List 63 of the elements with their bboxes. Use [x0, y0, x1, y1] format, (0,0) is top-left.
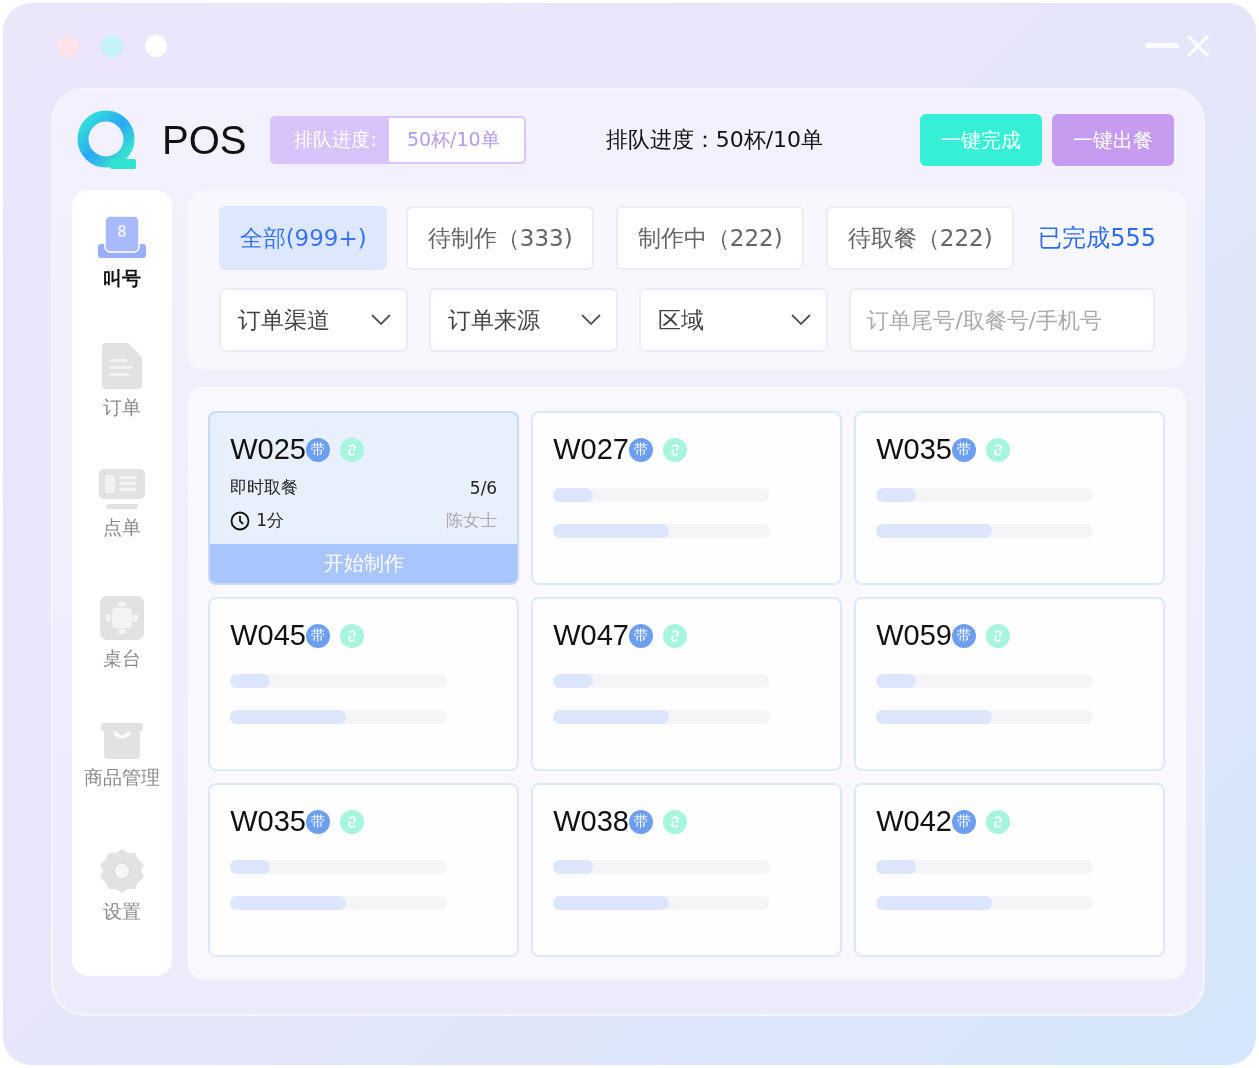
- takeaway-badge: 带: [628, 437, 653, 462]
- document-icon: [102, 342, 143, 389]
- window-dot[interactable]: [101, 34, 123, 57]
- link-icon: [662, 809, 687, 834]
- order-number: W045: [230, 619, 306, 652]
- wait-time: 1分: [256, 509, 284, 532]
- takeaway-badge: 带: [305, 437, 330, 462]
- status-tab[interactable]: 待取餐（222): [826, 206, 1015, 270]
- bag-icon: [101, 722, 144, 759]
- chevron-down-icon: [581, 314, 602, 326]
- pickup-type: 即时取餐: [230, 476, 299, 499]
- link-icon: [339, 623, 364, 648]
- sidebar-item[interactable]: 订单: [102, 342, 143, 470]
- sidebar-item[interactable]: 商品管理: [84, 722, 161, 850]
- link-icon: [985, 437, 1010, 462]
- monitor-icon: [99, 469, 146, 510]
- takeaway-badge: 带: [305, 809, 330, 834]
- sidebar-item[interactable]: 8 叫号: [98, 216, 147, 343]
- window-dot[interactable]: [145, 34, 167, 57]
- order-number: W042: [876, 805, 952, 838]
- order-number: W038: [553, 805, 629, 838]
- close-icon[interactable]: [1187, 34, 1209, 57]
- order-number: W059: [876, 619, 952, 652]
- link-icon: [662, 623, 687, 648]
- sidebar-item[interactable]: 点单: [99, 469, 146, 596]
- logo-icon: [76, 109, 138, 171]
- settings-icon: [100, 849, 145, 894]
- order-number: W035: [876, 433, 952, 466]
- chevron-down-icon: [791, 314, 812, 326]
- order-number: W047: [553, 619, 629, 652]
- queue-progress-label: 排队进度:: [272, 118, 389, 162]
- link-icon: [985, 623, 1010, 648]
- filter-dropdown[interactable]: 区域: [639, 288, 829, 352]
- table-icon: [100, 596, 145, 640]
- app-name: POS: [162, 117, 247, 163]
- queue-progress-text: 排队进度：50杯/10单: [605, 126, 824, 154]
- queue-progress-value: 50杯/10单: [388, 118, 524, 162]
- search-field[interactable]: 订单尾号/取餐号/手机号: [849, 288, 1156, 352]
- status-tab[interactable]: 制作中（222): [616, 206, 805, 270]
- takeaway-badge: 带: [628, 623, 653, 648]
- order-number: W027: [553, 433, 629, 466]
- status-tab[interactable]: 待制作（333): [406, 206, 595, 270]
- sidebar-item[interactable]: 设置: [100, 849, 145, 977]
- item-count: 5/6: [469, 477, 498, 498]
- takeaway-badge: 带: [628, 809, 653, 834]
- link-icon: [985, 809, 1010, 834]
- minimize-icon[interactable]: [1145, 42, 1179, 49]
- link-icon: [662, 437, 687, 462]
- filter-dropdown[interactable]: 订单来源: [429, 288, 619, 352]
- sidebar-item[interactable]: 桌台: [100, 596, 145, 723]
- order-number: W035: [230, 805, 306, 838]
- link-icon: [339, 809, 364, 834]
- filter-dropdown[interactable]: 订单渠道: [219, 288, 409, 352]
- takeaway-badge: 带: [305, 623, 330, 648]
- takeaway-badge: 带: [951, 809, 976, 834]
- completed-link[interactable]: 已完成555: [1038, 222, 1156, 254]
- order-number: W025: [230, 433, 306, 466]
- takeaway-badge: 带: [951, 437, 976, 462]
- customer-name: 陈女士: [446, 509, 498, 532]
- chevron-down-icon: [371, 314, 392, 326]
- takeaway-badge: 带: [951, 623, 976, 648]
- link-icon: [339, 437, 364, 462]
- clock-icon: [230, 510, 251, 531]
